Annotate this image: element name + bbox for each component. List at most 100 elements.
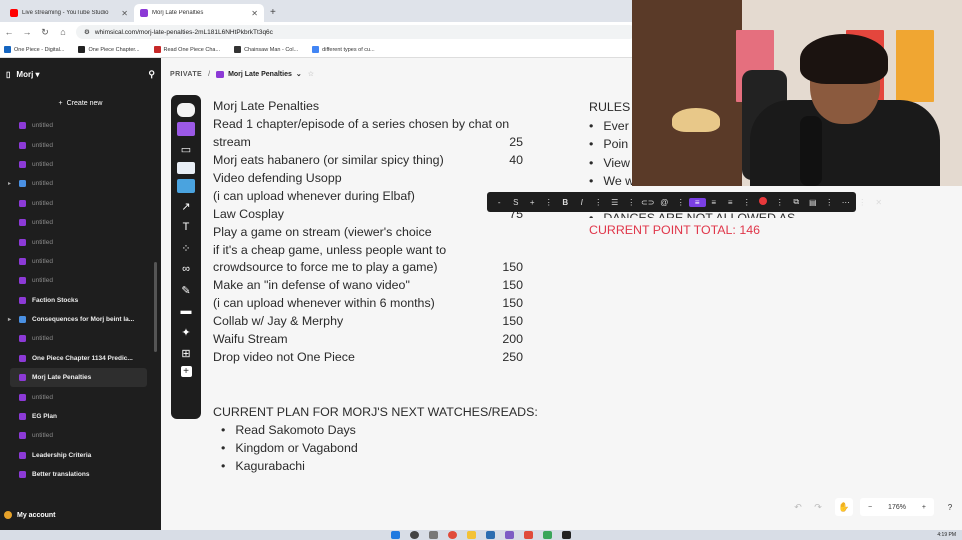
bullet-list-icon[interactable]: ☰: [607, 198, 624, 207]
more-vertical-icon[interactable]: ⋮: [821, 198, 838, 207]
app-icon[interactable]: [543, 531, 552, 539]
zoom-in-button[interactable]: +: [922, 504, 926, 511]
italic-button[interactable]: I: [574, 198, 591, 207]
duplicate-icon[interactable]: ⧉: [788, 197, 805, 207]
frame-icon[interactable]: ▬: [177, 303, 195, 319]
back-icon[interactable]: ←: [4, 27, 14, 37]
sidebar-item[interactable]: Morj Late Penalties: [10, 368, 147, 388]
sidebar-item[interactable]: untitled: [0, 329, 161, 348]
app-icon[interactable]: [524, 531, 533, 539]
document-title-menu[interactable]: Morj Late Penalties ⌄: [216, 70, 302, 78]
sidebar-item[interactable]: ▸ untitled: [0, 174, 161, 193]
card-tool[interactable]: [177, 162, 195, 174]
penalties-text-block[interactable]: Morj Late Penalties Read 1 chapter/episod…: [213, 98, 573, 367]
sticky-note-tool[interactable]: [177, 122, 195, 136]
new-tab-button[interactable]: +: [264, 7, 282, 22]
reload-icon[interactable]: ↻: [40, 27, 50, 38]
close-icon[interactable]: ✕: [121, 9, 128, 18]
app-icon[interactable]: [562, 531, 571, 539]
sidebar-item[interactable]: untitled: [0, 252, 161, 271]
bookmark[interactable]: Chainsaw Man - Col...: [234, 46, 298, 53]
more-vertical-icon[interactable]: ⋮: [673, 198, 690, 207]
grid-icon[interactable]: ⁘: [177, 240, 195, 256]
undo-icon[interactable]: ↶: [794, 502, 802, 513]
windows-start-icon[interactable]: [391, 531, 400, 539]
close-icon[interactable]: ✕: [871, 198, 888, 207]
font-size-increase-button[interactable]: +: [524, 198, 541, 207]
link-icon[interactable]: ∞: [177, 261, 195, 277]
sidebar-item[interactable]: One Piece Chapter 1134 Predic...: [0, 349, 161, 368]
sidebar-item[interactable]: Faction Stocks: [0, 291, 161, 310]
add-icon[interactable]: +: [180, 366, 192, 377]
app-icon[interactable]: [505, 531, 514, 539]
my-account-button[interactable]: My account: [0, 506, 161, 524]
table-icon[interactable]: ⊞: [177, 345, 195, 361]
create-new-button[interactable]: + Create new: [0, 90, 161, 116]
tab-youtube-studio[interactable]: Live streaming - YouTube Studio ✕: [4, 4, 134, 22]
app-icon[interactable]: [486, 531, 495, 539]
sidebar-scrollbar[interactable]: [154, 262, 157, 352]
bookmark[interactable]: One Piece - Digital...: [4, 46, 64, 53]
sidebar-item[interactable]: ▸ Consequences for Morj beint la...: [0, 310, 161, 329]
device-frame-icon[interactable]: ▭: [177, 141, 195, 157]
sidebar-item[interactable]: Leadership Criteria: [0, 446, 161, 465]
sidebar-toggle-icon[interactable]: ▯: [6, 70, 10, 79]
hand-tool-icon[interactable]: ✋: [835, 498, 853, 516]
sidebar-item[interactable]: untitled: [0, 135, 161, 154]
task-view-icon[interactable]: [429, 531, 438, 539]
url-field[interactable]: ⚙ whimsical.com/morj-late-penalties-2mL1…: [76, 25, 636, 39]
sidebar-item[interactable]: EG Plan: [0, 407, 161, 426]
plan-text-block[interactable]: CURRENT PLAN FOR MORJ'S NEXT WATCHES/REA…: [213, 403, 538, 475]
sidebar-item[interactable]: untitled: [0, 194, 161, 213]
link-icon[interactable]: ⊂⊃: [640, 198, 657, 207]
more-vertical-icon[interactable]: ⋮: [772, 198, 789, 207]
visibility-label[interactable]: PRIVATE: [170, 71, 202, 78]
chevron-right-icon[interactable]: ▸: [8, 316, 11, 323]
mention-icon[interactable]: @: [656, 198, 673, 207]
bookmark[interactable]: Read One Piece Cha...: [153, 46, 220, 53]
workspace-switcher[interactable]: Morj ▾: [16, 70, 39, 79]
help-icon[interactable]: ?: [943, 498, 957, 516]
home-icon[interactable]: ⌂: [58, 27, 68, 37]
more-vertical-icon[interactable]: ⋮: [854, 198, 871, 207]
arrow-icon[interactable]: ↗: [177, 198, 195, 214]
align-right-icon[interactable]: ≡: [722, 198, 739, 207]
redo-icon[interactable]: ↷: [814, 502, 822, 513]
font-size-decrease-button[interactable]: -: [491, 198, 508, 207]
chevron-right-icon[interactable]: ▸: [8, 180, 11, 187]
ai-sparkle-icon[interactable]: ✦: [177, 324, 195, 340]
sidebar-item[interactable]: untitled: [0, 426, 161, 445]
more-options-icon[interactable]: ⋯: [838, 198, 855, 207]
forward-icon[interactable]: →: [22, 27, 32, 37]
zoom-level[interactable]: 176%: [888, 504, 906, 511]
align-center-icon[interactable]: ≡: [706, 198, 723, 207]
text-color-button[interactable]: [755, 197, 772, 207]
close-icon[interactable]: ✕: [251, 9, 258, 18]
more-vertical-icon[interactable]: ⋮: [739, 198, 756, 207]
align-left-icon[interactable]: ≡: [689, 197, 706, 207]
note-tool[interactable]: [177, 103, 195, 117]
bookmark[interactable]: different types of cu...: [312, 46, 375, 53]
more-vertical-icon[interactable]: ⋮: [541, 198, 558, 207]
sidebar-item[interactable]: untitled: [0, 155, 161, 174]
text-icon[interactable]: T: [177, 219, 195, 235]
chrome-icon[interactable]: [448, 531, 457, 539]
file-explorer-icon[interactable]: [467, 531, 476, 539]
more-vertical-icon[interactable]: ⋮: [623, 198, 640, 207]
sidebar-item[interactable]: untitled: [0, 116, 161, 135]
sidebar-item[interactable]: Better translations: [0, 465, 161, 484]
star-icon[interactable]: ☆: [308, 70, 314, 78]
site-info-icon[interactable]: ⚙: [84, 28, 90, 36]
sidebar-item[interactable]: untitled: [0, 213, 161, 232]
search-icon[interactable]: ⚲: [148, 69, 155, 80]
image-tool[interactable]: [177, 179, 195, 193]
search-icon[interactable]: [410, 531, 419, 539]
bookmark[interactable]: One Piece Chapter...: [78, 46, 140, 53]
comment-icon[interactable]: ▤: [805, 198, 822, 207]
font-size-value[interactable]: S: [508, 198, 525, 207]
zoom-out-button[interactable]: −: [868, 504, 872, 511]
sidebar-item[interactable]: untitled: [0, 271, 161, 290]
tab-morj-late-penalties[interactable]: Morj Late Penalties ✕: [134, 4, 264, 22]
point-total-text[interactable]: CURRENT POINT TOTAL: 146: [589, 223, 760, 237]
pen-icon[interactable]: ✎: [177, 282, 195, 298]
